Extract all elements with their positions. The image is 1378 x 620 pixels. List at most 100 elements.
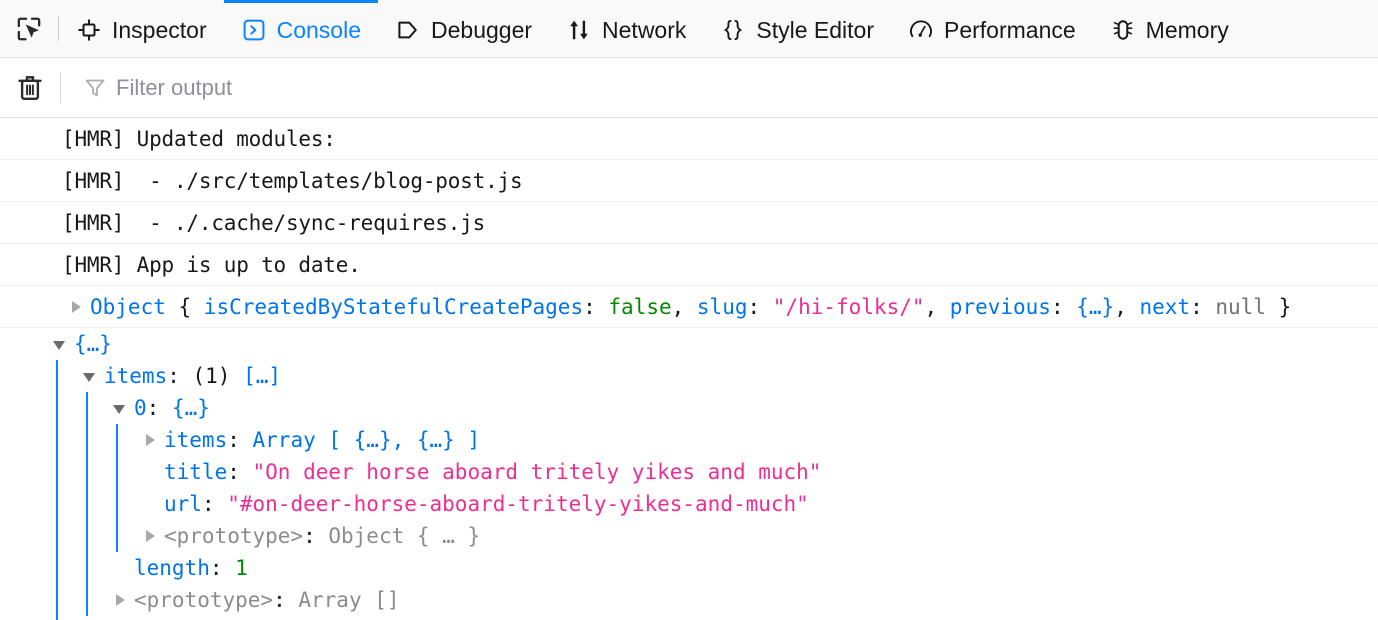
- performance-icon: [908, 17, 934, 43]
- object-tree-row[interactable]: title: "On deer horse aboard tritely yik…: [0, 456, 1378, 488]
- tree-indent-pad: [0, 456, 44, 488]
- debugger-icon: [395, 17, 421, 43]
- console-message-text: [HMR] - ./src/templates/blog-post.js: [62, 169, 522, 193]
- tree-property-separator: :: [303, 524, 328, 548]
- tree-property-separator: :: [167, 364, 192, 388]
- expand-arrow-closed-icon[interactable]: [116, 594, 125, 606]
- tree-gutter: [0, 392, 134, 424]
- tree-expand-toggle[interactable]: [104, 392, 134, 424]
- funnel-icon: [83, 76, 107, 100]
- tree-expand-toggle[interactable]: [74, 616, 104, 620]
- devtools-tabs: Inspector Console Debugger: [59, 0, 1378, 57]
- object-open-brace: {: [166, 295, 204, 319]
- inspector-icon: [76, 17, 102, 43]
- console-object-tree: {…}items: (1) […]0: {…}items: Array [ {……: [0, 328, 1378, 620]
- console-output: [HMR] Updated modules:[HMR] - ./src/temp…: [0, 118, 1378, 620]
- element-picker-icon: [15, 15, 43, 43]
- clear-console-button[interactable]: [0, 73, 60, 103]
- tree-property-value: Array [ {…}, {…} ]: [253, 428, 481, 452]
- tree-expand-toggle[interactable]: [74, 360, 104, 392]
- console-message-text: [HMR] - ./.cache/sync-requires.js: [62, 211, 485, 235]
- console-filter-toolbar: Filter output: [0, 58, 1378, 118]
- tree-guide-line: [74, 488, 104, 520]
- tree-guide-line: [44, 616, 74, 620]
- tree-guide-line: [104, 424, 134, 456]
- object-tree-row[interactable]: url: "#on-deer-horse-aboard-tritely-yike…: [0, 488, 1378, 520]
- tree-property-value: "#on-deer-horse-aboard-tritely-yikes-and…: [227, 492, 809, 516]
- filter-input[interactable]: Filter output: [61, 75, 1378, 101]
- object-tree-row[interactable]: <prototype>: Object { … }: [0, 616, 1378, 620]
- trash-icon: [15, 73, 45, 103]
- tree-expand-toggle[interactable]: [44, 328, 74, 360]
- tree-gutter: [0, 552, 134, 584]
- tree-expand-toggle[interactable]: [134, 520, 164, 552]
- tree-property-separator: :: [210, 556, 235, 580]
- console-message-row: [HMR] - ./.cache/sync-requires.js: [0, 202, 1378, 244]
- tree-guide-line: [74, 392, 104, 424]
- tree-gutter: [0, 616, 104, 620]
- console-text-messages: [HMR] Updated modules:[HMR] - ./src/temp…: [0, 118, 1378, 286]
- tree-property-separator: :: [227, 428, 252, 452]
- tree-guide-line: [44, 360, 74, 392]
- tree-property-separator: :: [147, 396, 172, 420]
- tree-gutter: [0, 488, 164, 520]
- expand-arrow-closed-icon[interactable]: [146, 434, 155, 446]
- tree-property-name: length: [134, 556, 210, 580]
- network-icon: [566, 17, 592, 43]
- tree-property-separator: :: [227, 460, 252, 484]
- tab-memory-label: Memory: [1146, 17, 1229, 44]
- tree-indent-pad: [0, 360, 44, 392]
- object-class-name: Object: [90, 295, 166, 319]
- object-tree-row[interactable]: items: (1) […]: [0, 360, 1378, 392]
- tab-network[interactable]: Network: [549, 0, 703, 57]
- expand-arrow-closed-icon[interactable]: [146, 530, 155, 542]
- tree-property-value: 1: [235, 556, 248, 580]
- object-expand-toggle[interactable]: [60, 301, 90, 313]
- tree-property-name: <prototype>: [164, 524, 303, 548]
- tree-property-name: items: [104, 364, 167, 388]
- tree-indent-pad: [0, 552, 44, 584]
- object-tree-row[interactable]: 0: {…}: [0, 392, 1378, 424]
- tree-property-name: items: [164, 428, 227, 452]
- tree-expand-toggle[interactable]: [134, 424, 164, 456]
- tree-gutter: [0, 584, 134, 616]
- tree-expand-toggle[interactable]: [104, 584, 134, 616]
- object-property-name: slug: [697, 295, 748, 319]
- tree-property-name: url: [164, 492, 202, 516]
- tab-performance[interactable]: Performance: [891, 0, 1093, 57]
- console-message-row: [HMR] App is up to date.: [0, 244, 1378, 286]
- expand-arrow-closed-icon[interactable]: [72, 301, 81, 313]
- tab-debugger[interactable]: Debugger: [378, 0, 549, 57]
- tree-indent-pad: [0, 616, 44, 620]
- object-tree-row[interactable]: items: Array [ {…}, {…} ]: [0, 424, 1378, 456]
- tree-expand-toggle: [134, 456, 164, 488]
- expand-arrow-open-icon[interactable]: [53, 341, 65, 350]
- tree-indent-pad: [0, 520, 44, 552]
- object-property-comma: ,: [925, 295, 950, 319]
- element-picker-button[interactable]: [0, 0, 58, 57]
- tab-inspector[interactable]: Inspector: [59, 0, 224, 57]
- tab-console[interactable]: Console: [224, 0, 378, 57]
- tree-guide-line: [44, 520, 74, 552]
- tree-indent-pad: [0, 584, 44, 616]
- tree-property-value: Array []: [298, 588, 399, 612]
- tab-debugger-label: Debugger: [431, 17, 532, 44]
- expand-arrow-open-icon[interactable]: [83, 373, 95, 382]
- object-tree-row[interactable]: length: 1: [0, 552, 1378, 584]
- object-property-value: {…}: [1076, 295, 1114, 319]
- expand-arrow-open-icon[interactable]: [113, 405, 125, 414]
- tree-guide-line: [44, 456, 74, 488]
- console-object-preview-row[interactable]: Object { isCreatedByStatefulCreatePages:…: [0, 286, 1378, 328]
- tree-guide-line: [74, 552, 104, 584]
- console-message-text: [HMR] App is up to date.: [62, 253, 361, 277]
- tree-guide-line: [44, 392, 74, 424]
- tree-gutter: [0, 328, 74, 360]
- object-tree-row[interactable]: {…}: [0, 328, 1378, 360]
- object-tree-row[interactable]: <prototype>: Object { … }: [0, 520, 1378, 552]
- tab-style-editor[interactable]: Style Editor: [703, 0, 891, 57]
- object-property-separator: :: [583, 295, 608, 319]
- object-tree-row[interactable]: <prototype>: Array []: [0, 584, 1378, 616]
- tree-guide-line: [104, 520, 134, 552]
- tab-memory[interactable]: Memory: [1093, 0, 1246, 57]
- tree-property-name: 0: [134, 396, 147, 420]
